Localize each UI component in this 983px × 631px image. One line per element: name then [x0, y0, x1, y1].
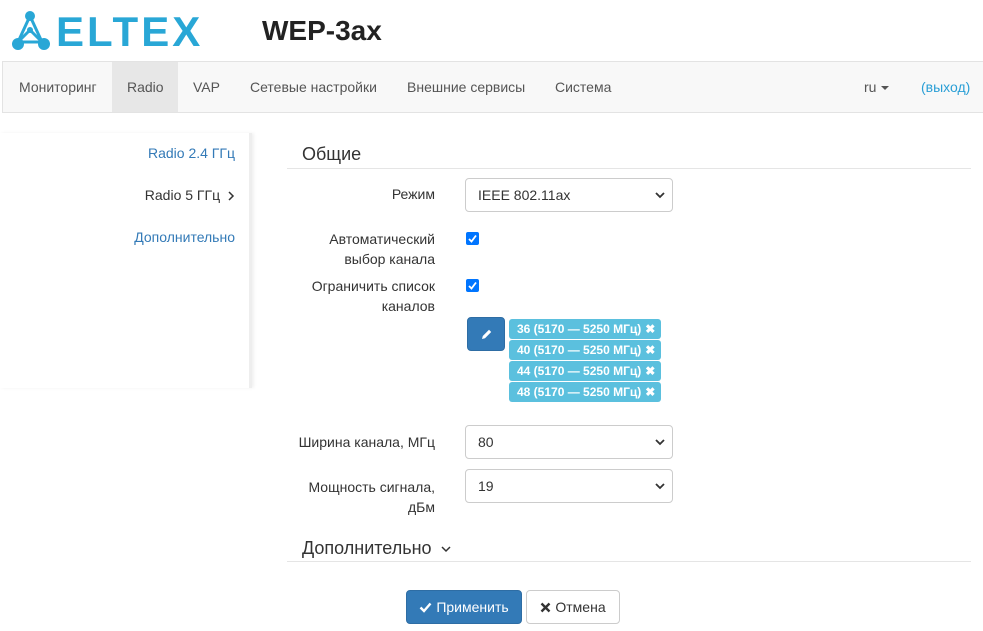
nav-external-services[interactable]: Внешние сервисы — [392, 62, 540, 112]
limit-channels-label: Ограничить список каналов — [235, 276, 435, 316]
auto-channel-checkbox[interactable] — [466, 232, 479, 245]
apply-button[interactable]: Применить — [406, 590, 522, 624]
sidebar: Radio 2.4 ГГц Radio 5 ГГц Дополнительно — [0, 133, 252, 388]
mode-value: IEEE 802.11ax — [478, 187, 571, 203]
caret-down-icon — [881, 86, 890, 91]
channel-width-select[interactable]: 80 — [465, 425, 673, 459]
section-title-general: Общие — [302, 144, 362, 164]
sidebar-item-advanced[interactable]: Дополнительно — [134, 229, 235, 245]
channel-tag-label: 44 (5170 — 5250 МГц) — [517, 364, 642, 378]
remove-tag-icon[interactable]: ✖ — [645, 385, 655, 399]
tx-power-value: 19 — [478, 478, 494, 494]
limit-channels-checkbox[interactable] — [466, 279, 479, 292]
sidebar-item-radio-24[interactable]: Radio 2.4 ГГц — [148, 145, 235, 161]
section-title-advanced[interactable]: Дополнительно — [302, 538, 451, 559]
chevron-down-icon — [655, 439, 665, 446]
channel-tag-label: 48 (5170 — 5250 МГц) — [517, 385, 642, 399]
checkmark-icon — [468, 281, 477, 290]
pencil-icon — [482, 329, 492, 339]
apply-label: Применить — [436, 599, 509, 615]
mode-label: Режим — [391, 186, 435, 202]
logout-link[interactable]: (выход) — [906, 62, 983, 112]
section-divider — [287, 168, 971, 169]
remove-tag-icon[interactable]: ✖ — [645, 322, 655, 336]
language-label: ru — [864, 79, 877, 95]
tx-power-label: Мощность сигнала, дБм — [235, 477, 435, 517]
header: ELTEX WEP-3ax — [0, 0, 983, 62]
chevron-down-icon — [655, 192, 665, 199]
nav-vap[interactable]: VAP — [178, 62, 235, 112]
remove-tag-icon[interactable]: ✖ — [645, 343, 655, 357]
auto-channel-label-line1: Автоматический — [329, 231, 435, 247]
eltex-logo[interactable]: ELTEX — [8, 10, 203, 54]
nav-system[interactable]: Система — [540, 62, 626, 112]
channel-tag: 48 (5170 — 5250 МГц) ✖ — [509, 382, 662, 402]
cancel-label: Отмена — [555, 599, 606, 615]
remove-tag-icon[interactable]: ✖ — [645, 364, 655, 378]
auto-channel-label-line2: выбор канала — [344, 251, 435, 267]
tx-power-label-line2: дБм — [408, 499, 435, 515]
chevron-down-icon — [441, 546, 451, 553]
device-model-title: WEP-3ax — [262, 15, 382, 46]
tx-power-label-line1: Мощность сигнала, — [308, 479, 435, 495]
tx-power-select[interactable]: 19 — [465, 469, 673, 503]
check-icon — [419, 602, 432, 613]
channel-tag-label: 36 (5170 — 5250 МГц) — [517, 322, 642, 336]
limit-channels-label-line1: Ограничить список — [311, 278, 435, 294]
advanced-title-label: Дополнительно — [302, 538, 432, 558]
nav-radio[interactable]: Radio — [112, 62, 178, 112]
channel-tag: 40 (5170 — 5250 МГц) ✖ — [509, 340, 662, 360]
cancel-button[interactable]: Отмена — [526, 590, 620, 624]
chevron-right-icon — [228, 191, 235, 201]
sidebar-item-label: Radio 5 ГГц — [144, 187, 221, 203]
edit-channels-button[interactable] — [467, 317, 505, 351]
sidebar-item-radio-5[interactable]: Radio 5 ГГц — [145, 187, 235, 203]
channel-width-label: Ширина канала, МГц — [298, 434, 435, 450]
checkmark-icon — [468, 234, 477, 243]
language-dropdown[interactable]: ru — [849, 62, 904, 112]
top-navbar: Мониторинг Radio VAP Сетевые настройки В… — [2, 61, 983, 113]
chevron-down-icon — [655, 483, 665, 490]
logo-text: ELTEX — [56, 8, 204, 55]
section-divider — [287, 561, 971, 562]
close-icon — [541, 602, 551, 613]
mode-select[interactable]: IEEE 802.11ax — [465, 178, 673, 212]
channel-width-value: 80 — [478, 434, 494, 450]
eltex-network-icon — [12, 11, 50, 50]
channel-tag-label: 40 (5170 — 5250 МГц) — [517, 343, 642, 357]
auto-channel-label: Автоматический выбор канала — [235, 229, 435, 269]
limit-channels-label-line2: каналов — [381, 298, 435, 314]
nav-monitoring[interactable]: Мониторинг — [4, 62, 112, 112]
channel-tag: 44 (5170 — 5250 МГц) ✖ — [509, 361, 662, 381]
nav-network-settings[interactable]: Сетевые настройки — [235, 62, 392, 112]
channel-tag: 36 (5170 — 5250 МГц) ✖ — [509, 319, 662, 339]
